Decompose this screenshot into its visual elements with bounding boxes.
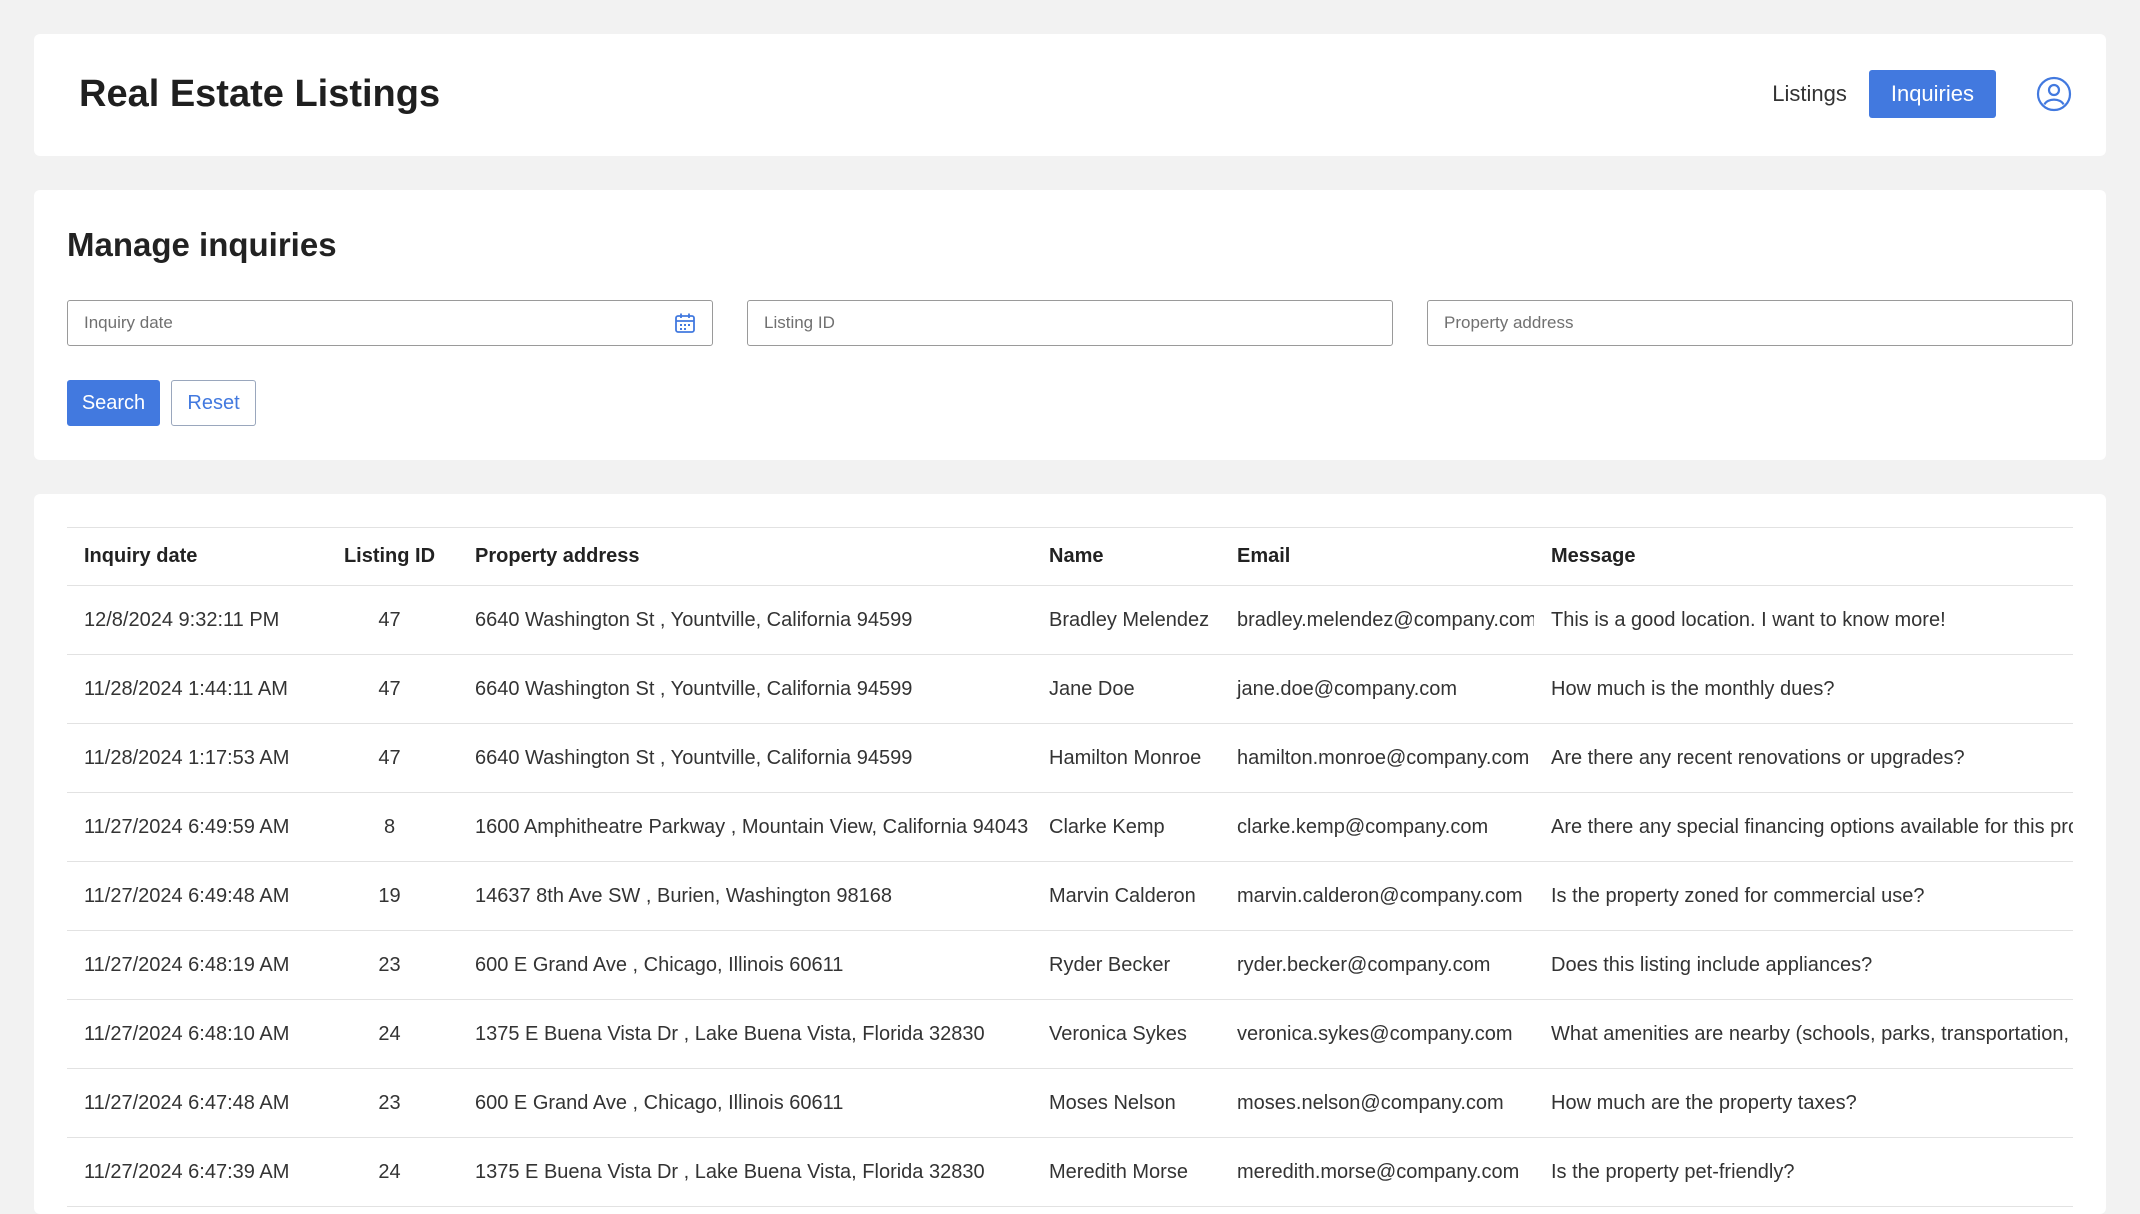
cell-property-address: 6640 Washington St , Yountville, Califor… (475, 608, 913, 631)
cell-inquiry-date: 11/28/2024 1:44:11 AM (84, 677, 288, 700)
cell-listing-id: 24 (378, 1022, 401, 1045)
nav-inquiries[interactable]: Inquiries (1868, 70, 1996, 118)
cell-listing-id: 47 (378, 677, 401, 700)
inquiry-date-field[interactable] (67, 300, 713, 346)
column-header-inquiry-date[interactable]: Inquiry date (67, 528, 321, 586)
cell-inquiry-date: 12/8/2024 9:32:11 PM (84, 608, 280, 631)
cell-listing-id: 23 (378, 953, 401, 976)
property-address-field[interactable] (1427, 300, 2073, 346)
cell-email: jane.doe@company.com (1237, 677, 1458, 700)
cell-email: marvin.calderon@company.com (1237, 884, 1523, 907)
app-title: Real Estate Listings (79, 73, 441, 115)
section-title: Manage inquiries (67, 226, 337, 263)
column-header-property-address[interactable]: Property address (458, 528, 1032, 586)
reset-button[interactable]: Reset (171, 380, 256, 426)
table-row[interactable]: 11/28/2024 1:44:11 AM 47 6640 Washington… (67, 655, 2073, 724)
cell-property-address: 14637 8th Ave SW , Burien, Washington 98… (475, 884, 892, 907)
column-header-name[interactable]: Name (1032, 528, 1220, 586)
cell-property-address: 1600 Amphitheatre Parkway , Mountain Vie… (475, 815, 1029, 838)
column-header-listing-id[interactable]: Listing ID (321, 528, 458, 586)
cell-message: Are there any recent renovations or upgr… (1551, 746, 1965, 769)
cell-listing-id: 19 (378, 884, 401, 907)
cell-property-address: 600 E Grand Ave , Chicago, Illinois 6061… (475, 1091, 844, 1114)
cell-message: What amenities are nearby (schools, park… (1551, 1022, 2073, 1045)
table-row[interactable]: 11/27/2024 6:47:48 AM 23 600 E Grand Ave… (67, 1069, 2073, 1138)
table-row[interactable]: 11/27/2024 6:49:59 AM 8 1600 Amphitheatr… (67, 793, 2073, 862)
table-row[interactable]: 11/27/2024 6:48:10 AM 24 1375 E Buena Vi… (67, 1000, 2073, 1069)
cell-message: How much are the property taxes? (1551, 1091, 1857, 1114)
inquiry-date-input[interactable] (68, 301, 712, 345)
cell-inquiry-date: 11/27/2024 6:47:39 AM (84, 1160, 290, 1183)
filter-panel: Manage inquiries Search Reset (34, 190, 2106, 460)
cell-email: meredith.morse@company.com (1237, 1160, 1520, 1183)
app-header: Real Estate Listings Listings Inquiries (34, 34, 2106, 156)
table-header-row: Inquiry date Listing ID Property address… (67, 527, 2073, 586)
cell-name: Ryder Becker (1049, 953, 1171, 976)
property-address-input[interactable] (1428, 301, 2072, 345)
inquiries-table-panel: Inquiry date Listing ID Property address… (34, 494, 2106, 1214)
column-header-message[interactable]: Message (1534, 528, 2073, 586)
column-header-email[interactable]: Email (1220, 528, 1534, 586)
cell-message: Is the property pet-friendly? (1551, 1160, 1795, 1183)
cell-name: Moses Nelson (1049, 1091, 1176, 1114)
cell-email: hamilton.monroe@company.com (1237, 746, 1530, 769)
cell-inquiry-date: 11/27/2024 6:48:10 AM (84, 1022, 290, 1045)
cell-name: Veronica Sykes (1049, 1022, 1187, 1045)
cell-inquiry-date: 11/27/2024 6:49:48 AM (84, 884, 290, 907)
table-row[interactable]: 11/28/2024 1:17:53 AM 47 6640 Washington… (67, 724, 2073, 793)
cell-property-address: 6640 Washington St , Yountville, Califor… (475, 677, 913, 700)
nav-listings[interactable]: Listings (1750, 70, 1869, 118)
cell-name: Clarke Kemp (1049, 815, 1165, 838)
cell-message: Are there any special financing options … (1551, 815, 2073, 838)
cell-email: moses.nelson@company.com (1237, 1091, 1504, 1114)
cell-listing-id: 47 (378, 608, 401, 631)
cell-message: Does this listing include appliances? (1551, 953, 1873, 976)
table-row[interactable]: 11/27/2024 6:48:19 AM 23 600 E Grand Ave… (67, 931, 2073, 1000)
cell-listing-id: 23 (378, 1091, 401, 1114)
cell-name: Bradley Melendez (1049, 608, 1210, 631)
cell-inquiry-date: 11/28/2024 1:17:53 AM (84, 746, 290, 769)
cell-email: ryder.becker@company.com (1237, 953, 1491, 976)
table-row[interactable]: 11/27/2024 6:47:39 AM 24 1375 E Buena Vi… (67, 1138, 2073, 1207)
cell-name: Hamilton Monroe (1049, 746, 1202, 769)
cell-inquiry-date: 11/27/2024 6:47:48 AM (84, 1091, 290, 1114)
listing-id-field[interactable] (747, 300, 1393, 346)
cell-email: veronica.sykes@company.com (1237, 1022, 1513, 1045)
cell-message: This is a good location. I want to know … (1551, 608, 1946, 631)
listing-id-input[interactable] (748, 301, 1392, 345)
cell-property-address: 6640 Washington St , Yountville, Califor… (475, 746, 913, 769)
cell-inquiry-date: 11/27/2024 6:48:19 AM (84, 953, 290, 976)
inquiries-table: Inquiry date Listing ID Property address… (67, 527, 2073, 1207)
table-row[interactable]: 12/8/2024 9:32:11 PM 47 6640 Washington … (67, 586, 2073, 655)
cell-property-address: 600 E Grand Ave , Chicago, Illinois 6061… (475, 953, 844, 976)
cell-email: clarke.kemp@company.com (1237, 815, 1489, 838)
cell-name: Meredith Morse (1049, 1160, 1188, 1183)
table-row[interactable]: 11/27/2024 6:49:48 AM 19 14637 8th Ave S… (67, 862, 2073, 931)
search-button[interactable]: Search (67, 380, 160, 426)
cell-email: bradley.melendez@company.com (1237, 608, 1534, 631)
cell-message: Is the property zoned for commercial use… (1551, 884, 1925, 907)
main-nav: Listings Inquiries (1750, 70, 2072, 118)
cell-property-address: 1375 E Buena Vista Dr , Lake Buena Vista… (475, 1160, 985, 1183)
cell-inquiry-date: 11/27/2024 6:49:59 AM (84, 815, 290, 838)
cell-property-address: 1375 E Buena Vista Dr , Lake Buena Vista… (475, 1022, 985, 1045)
cell-message: How much is the monthly dues? (1551, 677, 1835, 700)
cell-listing-id: 24 (378, 1160, 401, 1183)
user-account-icon[interactable] (2036, 76, 2072, 112)
cell-name: Jane Doe (1049, 677, 1135, 700)
cell-listing-id: 8 (383, 815, 396, 838)
cell-name: Marvin Calderon (1049, 884, 1196, 907)
cell-listing-id: 47 (378, 746, 401, 769)
calendar-icon[interactable] (674, 312, 696, 334)
